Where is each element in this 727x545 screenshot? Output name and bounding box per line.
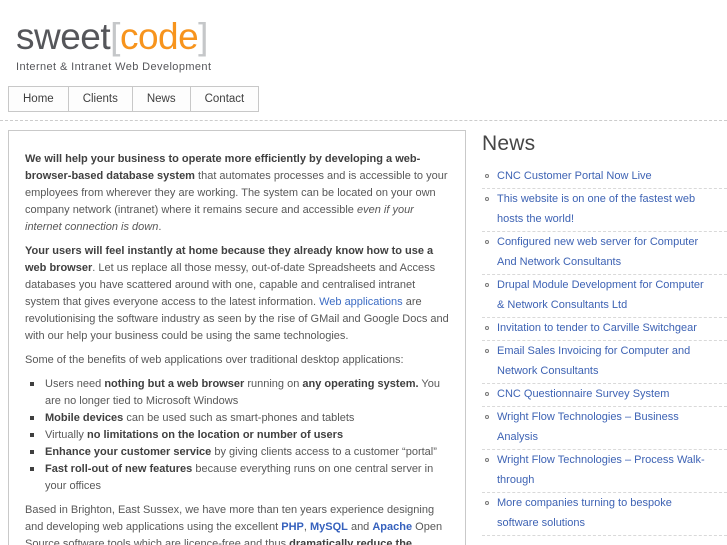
- intro-end: .: [158, 221, 162, 233]
- news-link[interactable]: Invitation to tender to Carville Switchg…: [497, 322, 697, 334]
- circle-bullet-icon: [485, 392, 489, 396]
- benefit-item: Users need nothing but a web browser run…: [29, 376, 449, 410]
- news-item: Invitation to tender to Carville Switchg…: [482, 318, 727, 341]
- circle-bullet-icon: [485, 326, 489, 330]
- benefit-item: Enhance your customer service by giving …: [29, 444, 449, 461]
- news-item: CNC Customer Portal Now Live: [482, 166, 727, 189]
- header: sweet[code] Internet & Intranet Web Deve…: [0, 0, 727, 73]
- news-link[interactable]: More companies turning to bespoke softwa…: [497, 497, 672, 529]
- news-list: CNC Customer Portal Now Live This websit…: [482, 166, 727, 536]
- news-link[interactable]: Email Sales Invoicing for Computer and N…: [497, 345, 690, 377]
- circle-bullet-icon: [485, 197, 489, 201]
- circle-bullet-icon: [485, 501, 489, 505]
- news-link[interactable]: CNC Customer Portal Now Live: [497, 170, 652, 182]
- circle-bullet-icon: [485, 174, 489, 178]
- benefit-item: Mobile devices can be used such as smart…: [29, 410, 449, 427]
- page: sweet[code] Internet & Intranet Web Deve…: [0, 0, 727, 545]
- circle-bullet-icon: [485, 349, 489, 353]
- square-bullet-icon: [30, 450, 34, 454]
- logo-text-sweet: sweet: [16, 16, 111, 57]
- web-applications-link[interactable]: Web applications: [319, 296, 403, 308]
- news-link[interactable]: Configured new web server for Computer A…: [497, 236, 698, 268]
- users-paragraph: Your users will feel instantly at home b…: [25, 243, 449, 345]
- site-logo: sweet[code]: [16, 18, 727, 55]
- news-link[interactable]: This website is on one of the fastest we…: [497, 193, 695, 225]
- news-link[interactable]: Drupal Module Development for Computer &…: [497, 279, 704, 311]
- square-bullet-icon: [30, 467, 34, 471]
- news-item: CNC Questionnaire Survey System: [482, 384, 727, 407]
- nav-item-contact[interactable]: Contact: [191, 87, 259, 111]
- logo-text-code: code: [119, 16, 199, 57]
- mysql-link[interactable]: MySQL: [310, 521, 348, 533]
- news-item: This website is on one of the fastest we…: [482, 189, 727, 232]
- circle-bullet-icon: [485, 458, 489, 462]
- apache-link[interactable]: Apache: [372, 521, 412, 533]
- nav-item-news[interactable]: News: [133, 87, 191, 111]
- circle-bullet-icon: [485, 283, 489, 287]
- square-bullet-icon: [30, 382, 34, 386]
- logo-bracket-open: [: [110, 16, 120, 57]
- benefits-list: Users need nothing but a web browser run…: [25, 376, 449, 495]
- square-bullet-icon: [30, 433, 34, 437]
- news-item: Wright Flow Technologies – Process Walk-…: [482, 450, 727, 493]
- news-sidebar: News CNC Customer Portal Now Live This w…: [482, 130, 727, 545]
- intro-paragraph: We will help your business to operate mo…: [25, 151, 449, 236]
- news-item: Wright Flow Technologies – Business Anal…: [482, 407, 727, 450]
- news-link[interactable]: Wright Flow Technologies – Process Walk-…: [497, 454, 705, 486]
- site-tagline: Internet & Intranet Web Development: [16, 61, 212, 73]
- nav-list: Home Clients News Contact: [8, 86, 260, 112]
- news-item: Drupal Module Development for Computer &…: [482, 275, 727, 318]
- circle-bullet-icon: [485, 415, 489, 419]
- benefits-intro: Some of the benefits of web applications…: [25, 354, 404, 366]
- circle-bullet-icon: [485, 240, 489, 244]
- square-bullet-icon: [30, 416, 34, 420]
- footer-paragraph: Based in Brighton, East Sussex, we have …: [25, 504, 443, 545]
- news-item: More companies turning to bespoke softwa…: [482, 493, 727, 536]
- news-link[interactable]: CNC Questionnaire Survey System: [497, 388, 669, 400]
- nav-item-home[interactable]: Home: [9, 87, 69, 111]
- benefit-item: Fast roll-out of new features because ev…: [29, 461, 449, 495]
- content-panel: We will help your business to operate mo…: [8, 130, 466, 545]
- nav-item-clients[interactable]: Clients: [69, 87, 133, 111]
- news-link[interactable]: Wright Flow Technologies – Business Anal…: [497, 411, 679, 443]
- logo-bracket-close: ]: [198, 16, 208, 57]
- news-item: Configured new web server for Computer A…: [482, 232, 727, 275]
- php-link[interactable]: PHP: [281, 521, 304, 533]
- content-columns: We will help your business to operate mo…: [0, 121, 727, 545]
- benefit-item: Virtually no limitations on the location…: [29, 427, 449, 444]
- main-nav: Home Clients News Contact: [8, 86, 719, 112]
- news-heading: News: [482, 132, 536, 155]
- news-item: Email Sales Invoicing for Computer and N…: [482, 341, 727, 384]
